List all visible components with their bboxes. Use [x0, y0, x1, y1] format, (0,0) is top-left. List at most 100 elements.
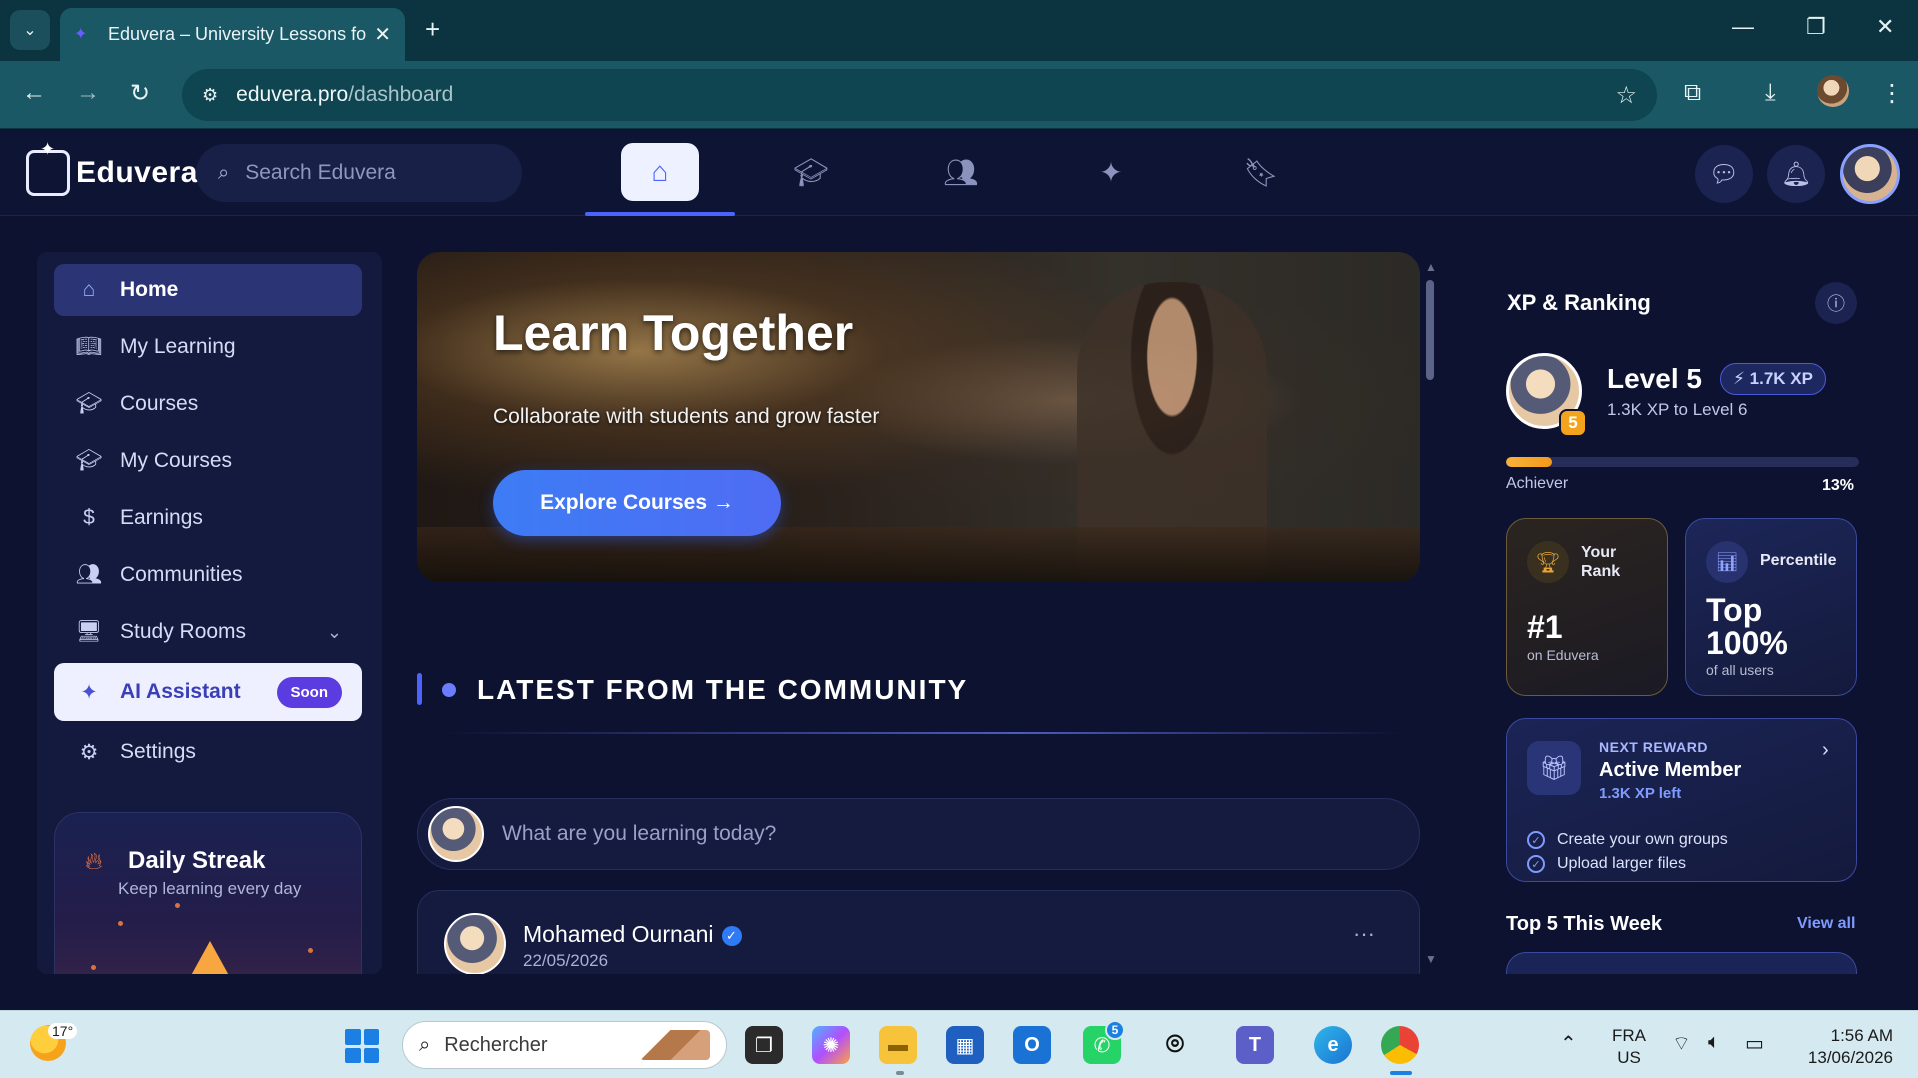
messages-button[interactable]: 💬︎ — [1695, 145, 1753, 203]
chrome-icon[interactable] — [1381, 1026, 1419, 1064]
view-all-link[interactable]: View all — [1797, 915, 1855, 933]
sparkles-icon: ✦ — [80, 680, 98, 704]
extensions-icon[interactable]: ⧉ — [1684, 79, 1701, 107]
nav-tab-ai[interactable]: ✦ — [1072, 143, 1150, 201]
task-view-icon[interactable]: ❐ — [745, 1026, 783, 1064]
whatsapp-icon[interactable]: ✆ 5 — [1083, 1020, 1125, 1064]
post-author-avatar[interactable] — [444, 913, 506, 974]
nav-tab-learning[interactable]: 🎓︎ — [772, 143, 850, 201]
site-settings-icon[interactable]: ⚙ — [202, 85, 218, 106]
teams-icon[interactable]: T — [1236, 1026, 1274, 1064]
url-host: eduvera.pro — [236, 83, 349, 106]
info-button[interactable]: ⓘ — [1815, 282, 1857, 324]
tab-close-icon[interactable]: ✕ — [374, 22, 391, 47]
clock[interactable]: 1:56 AM 13/06/2026 — [1797, 1025, 1893, 1069]
restore-button[interactable]: ❐ — [1806, 14, 1826, 40]
scroll-up-icon[interactable]: ▲ — [1425, 260, 1437, 274]
sidebar-item-my-learning[interactable]: 📖︎ My Learning — [54, 321, 362, 373]
scroll-down-icon[interactable]: ▼ — [1425, 952, 1437, 966]
forward-icon[interactable]: → — [76, 79, 100, 107]
microsoft-store-icon[interactable]: ▦ — [946, 1026, 984, 1064]
nav-tab-saved[interactable]: 🔖︎ — [1222, 143, 1300, 201]
url-path: /dashboard — [348, 83, 454, 106]
back-icon[interactable]: ← — [22, 79, 46, 107]
app-search[interactable]: ⌕ — [196, 144, 522, 202]
sidebar-item-my-courses[interactable]: 🎓︎ My Courses — [54, 435, 362, 487]
percentile-card[interactable]: 📊︎ Percentile Top 100% of all users — [1685, 518, 1857, 696]
eduvera-logo[interactable]: Eduvera — [26, 139, 198, 196]
sidebar-item-label: Communities — [120, 563, 243, 586]
notifications-button[interactable]: 🔔︎ — [1767, 145, 1825, 203]
sidebar-item-settings[interactable]: ⚙ Settings — [54, 726, 362, 778]
chevron-down-icon[interactable]: ⌄ — [327, 622, 342, 643]
browser-tab[interactable]: ✦ Eduvera – University Lessons fo ✕ — [60, 8, 405, 61]
whatsapp-badge: 5 — [1105, 1020, 1125, 1040]
main-scrollbar[interactable]: ▲ ▼ — [1425, 260, 1437, 970]
active-app-indicator — [1390, 1071, 1412, 1075]
lang-1: FRA — [1612, 1026, 1646, 1045]
tab-search-button[interactable]: ⌄ — [10, 10, 50, 50]
sidebar-item-study-rooms[interactable]: 🖥︎ Study Rooms ⌄ — [54, 606, 362, 658]
file-explorer-icon[interactable]: ▬ — [879, 1026, 917, 1064]
scroll-thumb[interactable] — [1426, 280, 1434, 380]
browser-profile-avatar[interactable] — [1817, 75, 1849, 107]
edge-icon[interactable]: e — [1314, 1026, 1352, 1064]
section-divider — [442, 732, 1402, 734]
chatgpt-icon[interactable]: ⌾ — [1156, 1026, 1194, 1064]
decor-dot — [308, 948, 313, 953]
check-circle-icon: ✓ — [1527, 855, 1545, 873]
user-avatar[interactable] — [1840, 144, 1900, 204]
top5-card — [1506, 952, 1857, 974]
rank-label: Your Rank — [1581, 544, 1621, 580]
tier-label: Achiever — [1506, 475, 1569, 492]
close-window-button[interactable]: ✕ — [1876, 14, 1894, 40]
windows-logo-icon — [345, 1029, 361, 1045]
battery-icon[interactable]: ▭ — [1745, 1031, 1764, 1056]
xp-total-pill: ⚡ 1.7K XP — [1720, 363, 1826, 395]
new-tab-button[interactable]: + — [425, 14, 440, 45]
running-indicator — [896, 1071, 904, 1075]
language-indicator[interactable]: FRA US — [1612, 1025, 1646, 1069]
nav-tab-home[interactable]: ⌂ — [621, 143, 699, 201]
logo-mark-icon — [26, 139, 70, 196]
start-button[interactable] — [345, 1029, 379, 1063]
volume-icon[interactable]: 🔈︎ — [1708, 1031, 1720, 1054]
wifi-icon[interactable]: ⌔ — [1672, 1031, 1691, 1056]
taskbar-search[interactable]: ⌕ Rechercher — [402, 1021, 727, 1069]
sidebar-item-courses[interactable]: 🎓︎ Courses — [54, 378, 362, 430]
sidebar-item-label: Settings — [120, 740, 196, 763]
sidebar-item-label: My Learning — [120, 335, 236, 358]
chevron-up-icon[interactable]: ⌃ — [1560, 1031, 1577, 1056]
sidebar-item-home[interactable]: ⌂ Home — [54, 264, 362, 316]
url-field[interactable]: ⚙ eduvera.pro /dashboard ☆ — [182, 69, 1657, 121]
sidebar-item-ai-assistant[interactable]: ✦ AI Assistant Soon — [54, 663, 362, 721]
copilot-icon[interactable]: ✺ — [812, 1026, 850, 1064]
download-icon[interactable]: ⤓ — [1765, 79, 1776, 107]
minimize-button[interactable]: — — [1732, 14, 1754, 40]
reward-xp-left: 1.3K XP left — [1599, 785, 1682, 802]
sidebar-item-earnings[interactable]: $ Earnings — [54, 492, 362, 544]
nav-tab-people[interactable]: 👥︎ — [922, 143, 1000, 201]
reload-icon[interactable]: ↻ — [130, 79, 150, 108]
soon-badge: Soon — [276, 676, 342, 708]
rank-card[interactable]: 🏆︎ Your Rank #1 on Eduvera — [1506, 518, 1668, 696]
next-reward-card[interactable]: 🎁︎ NEXT REWARD Active Member 1.3K XP lef… — [1506, 718, 1857, 882]
logo-text: Eduvera — [76, 156, 198, 189]
outlook-icon[interactable]: O — [1013, 1026, 1051, 1064]
daily-streak-card[interactable]: 🔥︎ Daily Streak Keep learning every day — [54, 812, 362, 974]
address-bar: ← → ↻ ⚙ eduvera.pro /dashboard ☆ ⧉ ⤓ ⋮ — [0, 61, 1918, 129]
search-input[interactable] — [245, 161, 486, 185]
monitor-icon: 🖥︎ — [75, 620, 103, 643]
sidebar-item-label: My Courses — [120, 449, 233, 472]
time: 1:56 AM — [1830, 1026, 1893, 1045]
post-composer[interactable] — [417, 798, 1420, 870]
browser-menu-icon[interactable]: ⋮ — [1880, 79, 1904, 108]
active-tab-indicator — [585, 212, 735, 216]
sidebar-item-communities[interactable]: 👥︎ Communities — [54, 549, 362, 601]
post-more-button[interactable]: ··· — [1353, 921, 1375, 947]
explore-courses-button[interactable]: Explore Courses → — [493, 470, 781, 536]
bookmark-star-icon[interactable]: ☆ — [1615, 81, 1637, 110]
composer-input[interactable] — [502, 822, 1382, 846]
post-author[interactable]: Mohamed Ournani ✓ — [523, 921, 742, 948]
chevron-right-icon[interactable]: › — [1822, 739, 1829, 762]
